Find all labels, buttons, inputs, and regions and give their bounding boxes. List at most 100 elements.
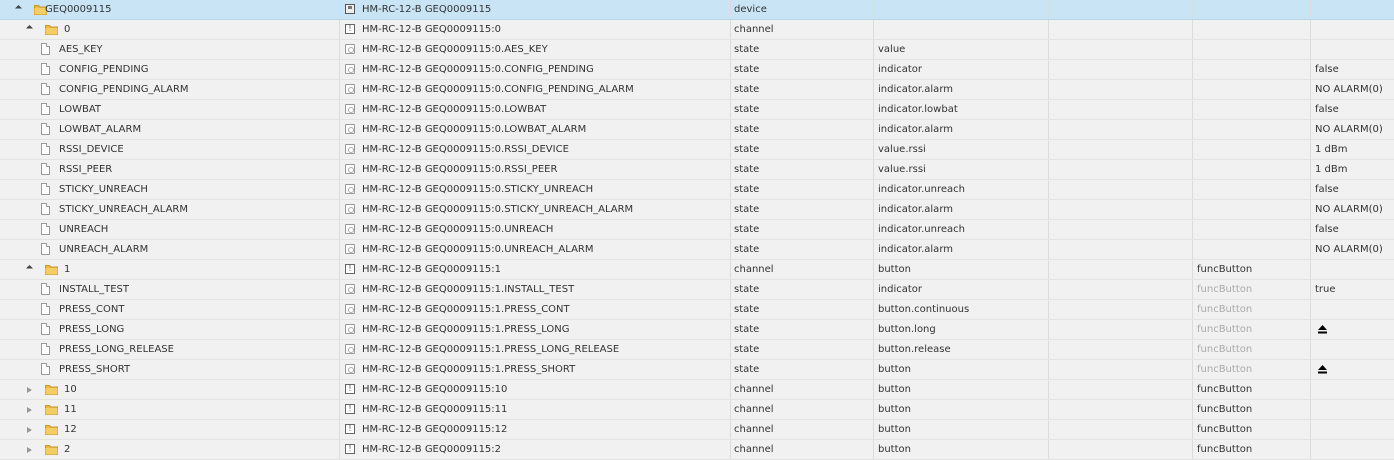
tree-row[interactable]: 0! HM-RC-12-B GEQ0009115:0 channel bbox=[0, 20, 1394, 40]
tree-row[interactable]: PRESS_LONG HM-RC-12-B GEQ0009115:1.PRESS_… bbox=[0, 320, 1394, 340]
value-cell bbox=[1311, 0, 1394, 19]
room-cell bbox=[1049, 360, 1193, 379]
room-cell bbox=[1049, 320, 1193, 339]
role-cell: value.rssi bbox=[874, 160, 1049, 179]
name-cell: UNREACH bbox=[0, 220, 340, 239]
value-cell bbox=[1311, 440, 1394, 459]
file-icon bbox=[41, 363, 50, 375]
value-cell[interactable] bbox=[1311, 320, 1394, 339]
object-id-cell: ! HM-RC-12-B GEQ0009115:10 bbox=[340, 380, 731, 399]
room-cell bbox=[1049, 300, 1193, 319]
eject-button-icon[interactable] bbox=[1317, 363, 1328, 374]
value-cell: NO ALARM(0) bbox=[1315, 124, 1383, 135]
name-cell: STICKY_UNREACH bbox=[0, 180, 340, 199]
type-cell: channel bbox=[731, 420, 874, 439]
state-icon bbox=[345, 304, 355, 314]
file-icon bbox=[41, 103, 50, 115]
room-cell bbox=[1049, 40, 1193, 59]
object-id: HM-RC-12-B GEQ0009115:0.UNREACH bbox=[362, 224, 554, 235]
tree-row[interactable]: UNREACH_ALARM HM-RC-12-B GEQ0009115:0.UNR… bbox=[0, 240, 1394, 260]
tree-row[interactable]: INSTALL_TEST HM-RC-12-B GEQ0009115:1.INST… bbox=[0, 280, 1394, 300]
object-id: HM-RC-12-B GEQ0009115:1.PRESS_SHORT bbox=[362, 364, 576, 375]
function-cell: funcButton bbox=[1193, 420, 1311, 439]
object-id-cell: HM-RC-12-B GEQ0009115:1.PRESS_SHORT bbox=[340, 360, 731, 379]
value-cell bbox=[1311, 380, 1394, 399]
collapsed-arrow-icon[interactable] bbox=[27, 407, 32, 413]
object-name: RSSI_PEER bbox=[59, 164, 113, 175]
object-id-cell: HM-RC-12-B GEQ0009115:0.LOWBAT_ALARM bbox=[340, 120, 731, 139]
tree-row[interactable]: STICKY_UNREACH_ALARM HM-RC-12-B GEQ000911… bbox=[0, 200, 1394, 220]
tree-row[interactable]: LOWBAT_ALARM HM-RC-12-B GEQ0009115:0.LOWB… bbox=[0, 120, 1394, 140]
object-id-cell: ! HM-RC-12-B GEQ0009115:1 bbox=[340, 260, 731, 279]
tree-row[interactable]: PRESS_SHORT HM-RC-12-B GEQ0009115:1.PRESS… bbox=[0, 360, 1394, 380]
tree-row[interactable]: RSSI_DEVICE HM-RC-12-B GEQ0009115:0.RSSI_… bbox=[0, 140, 1394, 160]
function-cell bbox=[1193, 220, 1311, 239]
collapsed-arrow-icon[interactable] bbox=[27, 427, 32, 433]
object-id-cell: HM-RC-12-B GEQ0009115:0.STICKY_UNREACH bbox=[340, 180, 731, 199]
tree-row[interactable]: PRESS_LONG_RELEASE HM-RC-12-B GEQ0009115:… bbox=[0, 340, 1394, 360]
file-icon bbox=[41, 183, 50, 195]
value-cell bbox=[1311, 260, 1394, 279]
object-name: PRESS_LONG bbox=[59, 324, 125, 335]
tree-row[interactable]: CONFIG_PENDING_ALARM HM-RC-12-B GEQ000911… bbox=[0, 80, 1394, 100]
folder-icon bbox=[45, 444, 58, 455]
name-cell: LOWBAT_ALARM bbox=[0, 120, 340, 139]
object-name: STICKY_UNREACH bbox=[59, 184, 148, 195]
collapsed-arrow-icon[interactable] bbox=[27, 387, 32, 393]
object-id: HM-RC-12-B GEQ0009115:0.LOWBAT bbox=[362, 104, 547, 115]
tree-row[interactable]: 12! HM-RC-12-B GEQ0009115:12 channel button… bbox=[0, 420, 1394, 440]
type-cell: channel bbox=[731, 380, 874, 399]
type-cell: channel bbox=[731, 260, 874, 279]
tree-row[interactable]: GEQ0009115 HM-RC-12-B GEQ0009115 device bbox=[0, 0, 1394, 20]
tree-row[interactable]: 1! HM-RC-12-B GEQ0009115:1 channel button fu… bbox=[0, 260, 1394, 280]
value-cell: 1 dBm bbox=[1315, 144, 1348, 155]
name-cell: RSSI_DEVICE bbox=[0, 140, 340, 159]
file-icon bbox=[41, 163, 50, 175]
role-cell: indicator bbox=[874, 60, 1049, 79]
role-cell: button.long bbox=[874, 320, 1049, 339]
tree-row[interactable]: STICKY_UNREACH HM-RC-12-B GEQ0009115:0.ST… bbox=[0, 180, 1394, 200]
tree-row[interactable]: 2! HM-RC-12-B GEQ0009115:2 channel button fu… bbox=[0, 440, 1394, 460]
function-cell: funcButton bbox=[1193, 300, 1311, 319]
expanded-arrow-icon[interactable] bbox=[25, 264, 34, 273]
file-icon bbox=[41, 323, 50, 335]
name-cell: AES_KEY bbox=[0, 40, 340, 59]
object-tree-grid: GEQ0009115 HM-RC-12-B GEQ0009115 device 0! H… bbox=[0, 0, 1394, 460]
object-id-cell: HM-RC-12-B GEQ0009115:0.UNREACH bbox=[340, 220, 731, 239]
object-name: 12 bbox=[64, 424, 77, 435]
tree-row[interactable]: AES_KEY HM-RC-12-B GEQ0009115:0.AES_KEY st… bbox=[0, 40, 1394, 60]
object-id: HM-RC-12-B GEQ0009115:0.CONFIG_PENDING_A… bbox=[362, 84, 634, 95]
room-cell bbox=[1049, 380, 1193, 399]
expanded-arrow-icon[interactable] bbox=[14, 4, 23, 13]
tree-row[interactable]: 11! HM-RC-12-B GEQ0009115:11 channel button… bbox=[0, 400, 1394, 420]
role-cell: indicator.alarm bbox=[874, 240, 1049, 259]
object-name: PRESS_LONG_RELEASE bbox=[59, 344, 174, 355]
function-cell: funcButton bbox=[1193, 400, 1311, 419]
name-cell: 12 bbox=[0, 420, 340, 439]
state-icon bbox=[345, 204, 355, 214]
role-cell bbox=[874, 20, 1049, 39]
tree-row[interactable]: LOWBAT HM-RC-12-B GEQ0009115:0.LOWBAT stat… bbox=[0, 100, 1394, 120]
file-icon bbox=[41, 143, 50, 155]
value-cell[interactable] bbox=[1311, 360, 1394, 379]
object-id: HM-RC-12-B GEQ0009115:11 bbox=[362, 404, 508, 415]
tree-row[interactable]: CONFIG_PENDING HM-RC-12-B GEQ0009115:0.CO… bbox=[0, 60, 1394, 80]
type-cell: state bbox=[731, 280, 874, 299]
tree-row[interactable]: PRESS_CONT HM-RC-12-B GEQ0009115:1.PRESS_… bbox=[0, 300, 1394, 320]
function-cell bbox=[1193, 180, 1311, 199]
tree-row[interactable]: 10! HM-RC-12-B GEQ0009115:10 channel button… bbox=[0, 380, 1394, 400]
function-cell bbox=[1193, 160, 1311, 179]
eject-button-icon[interactable] bbox=[1317, 323, 1328, 334]
name-cell: UNREACH_ALARM bbox=[0, 240, 340, 259]
folder-icon bbox=[45, 404, 58, 415]
type-cell: state bbox=[731, 100, 874, 119]
expanded-arrow-icon[interactable] bbox=[25, 24, 34, 33]
collapsed-arrow-icon[interactable] bbox=[27, 447, 32, 453]
function-cell: funcButton bbox=[1193, 320, 1311, 339]
tree-row[interactable]: UNREACH HM-RC-12-B GEQ0009115:0.UNREACH st… bbox=[0, 220, 1394, 240]
folder-icon bbox=[45, 24, 58, 35]
tree-row[interactable]: RSSI_PEER HM-RC-12-B GEQ0009115:0.RSSI_PE… bbox=[0, 160, 1394, 180]
object-id-cell: HM-RC-12-B GEQ0009115:1.PRESS_CONT bbox=[340, 300, 731, 319]
object-id: HM-RC-12-B GEQ0009115:1.INSTALL_TEST bbox=[362, 284, 575, 295]
room-cell bbox=[1049, 240, 1193, 259]
